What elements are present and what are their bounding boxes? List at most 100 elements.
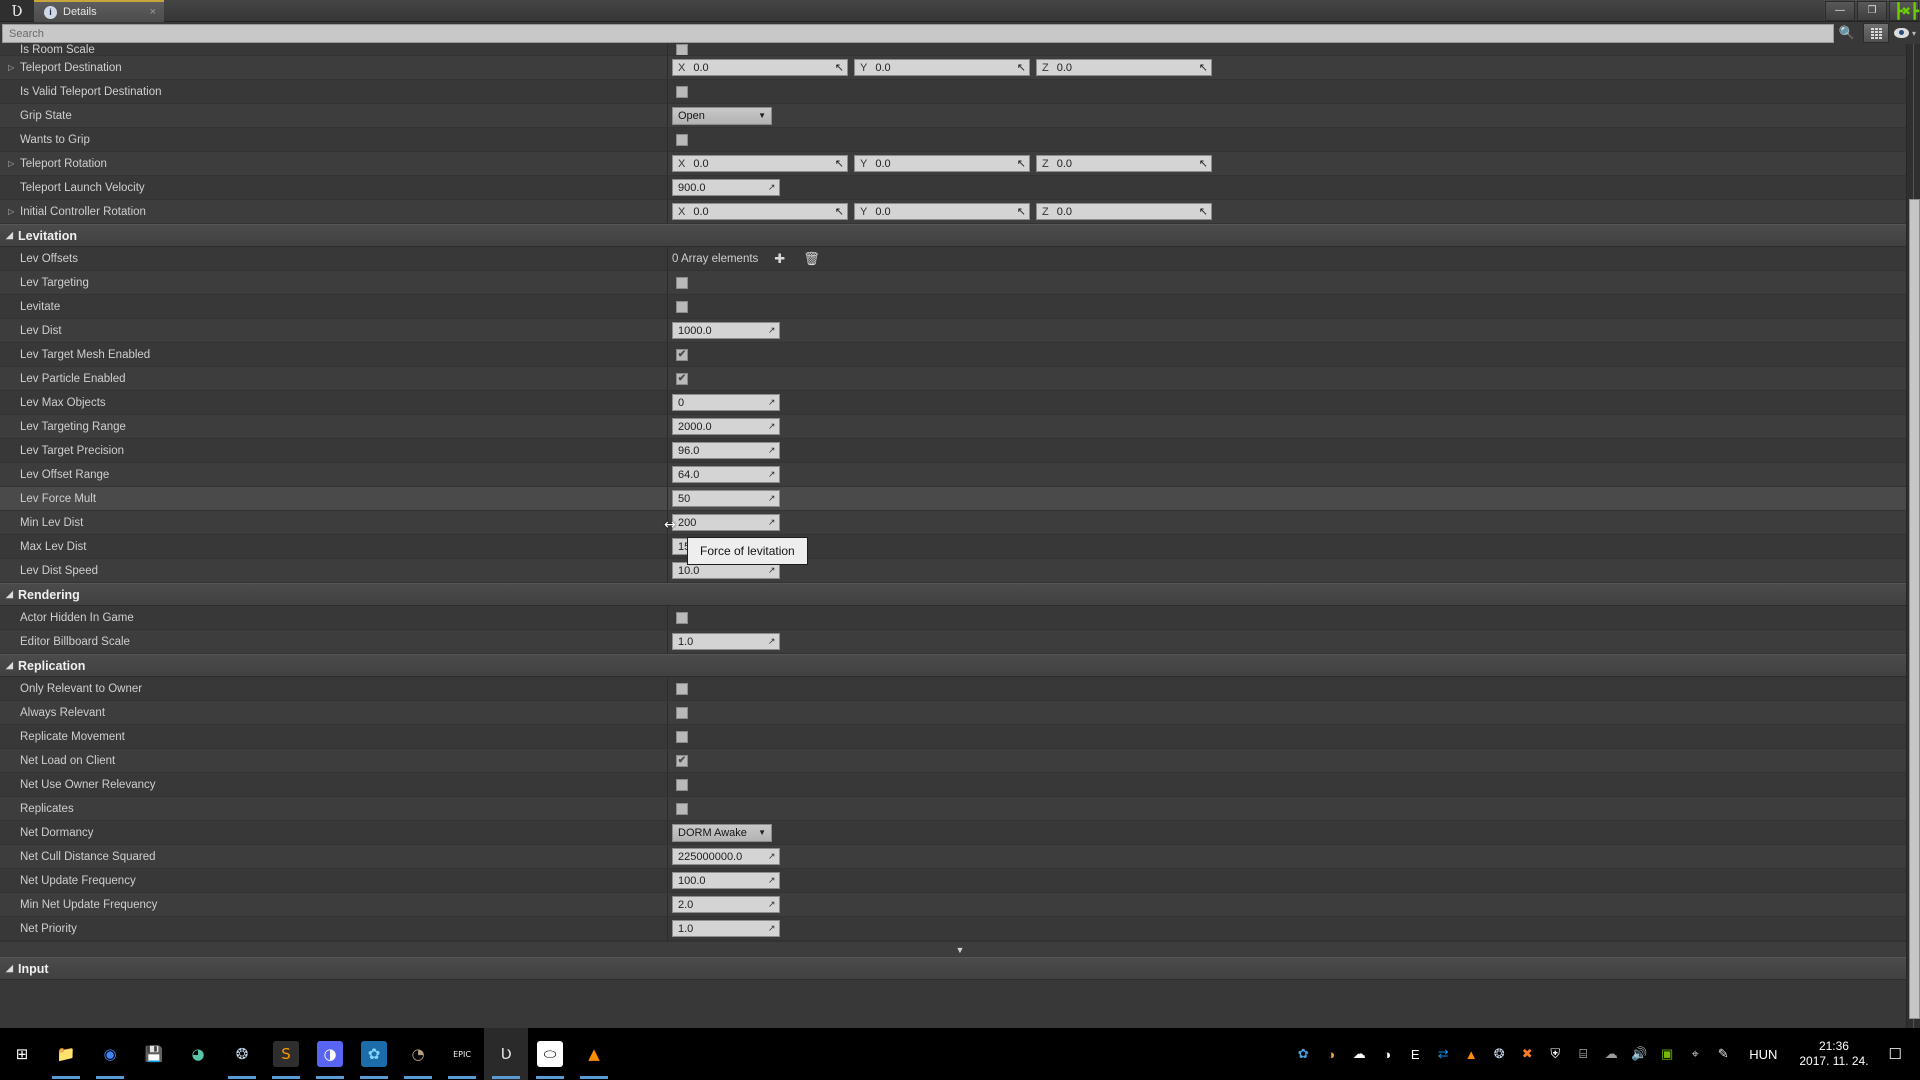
- property-row[interactable]: Levitate: [0, 295, 1920, 319]
- numeric-input[interactable]: 1.0 ↖: [672, 920, 780, 937]
- property-row[interactable]: Min Lev Dist 200 ↖: [0, 511, 1920, 535]
- taskbar-disc-app[interactable]: ◕: [176, 1028, 220, 1080]
- taskbar-epic-games[interactable]: EPIC: [440, 1028, 484, 1080]
- checkbox[interactable]: [676, 706, 688, 719]
- numeric-input[interactable]: 2000.0 ↖: [672, 418, 780, 435]
- drag-handle-icon[interactable]: ↖: [1017, 61, 1026, 74]
- vector-input-z[interactable]: Z 0.0 ↖: [1036, 203, 1212, 220]
- drag-handle-icon[interactable]: ↖: [1199, 61, 1208, 74]
- drag-handle-icon[interactable]: ↖: [768, 421, 776, 432]
- property-row[interactable]: ▷ Initial Controller Rotation X 0.0 ↖ Y 0.0 ↖ Z 0…: [0, 200, 1920, 224]
- drag-handle-icon[interactable]: ↖: [768, 851, 776, 862]
- taskbar-google-chrome[interactable]: ◉: [88, 1028, 132, 1080]
- numeric-input[interactable]: 50 ↖: [672, 490, 780, 507]
- epic-tray-icon[interactable]: E: [1402, 1041, 1428, 1067]
- tab-details[interactable]: i Details ×: [34, 0, 164, 22]
- property-row[interactable]: Wants to Grip: [0, 128, 1920, 152]
- notifications-icon[interactable]: ☐: [1879, 1045, 1912, 1063]
- add-element-icon[interactable]: ✚: [774, 251, 785, 267]
- property-row[interactable]: Lev Targeting: [0, 271, 1920, 295]
- view-options-button[interactable]: [1863, 23, 1889, 43]
- minimize-button[interactable]: —: [1825, 0, 1855, 21]
- vlc-tray-icon[interactable]: ▲: [1458, 1041, 1484, 1067]
- mouse-tray-icon[interactable]: ⌖: [1682, 1041, 1708, 1067]
- expand-triangle-icon[interactable]: ▷: [8, 63, 20, 72]
- drag-handle-icon[interactable]: ↖: [768, 469, 776, 480]
- property-row[interactable]: Replicate Movement: [0, 725, 1920, 749]
- taskbar-discord[interactable]: ◑: [308, 1028, 352, 1080]
- checkbox[interactable]: [676, 802, 688, 815]
- property-row[interactable]: ▷ Teleport Destination X 0.0 ↖ Y 0.0 ↖ Z 0.0 ↖: [0, 56, 1920, 80]
- close-icon[interactable]: ×: [150, 6, 156, 18]
- drag-handle-icon[interactable]: ↖: [768, 923, 776, 934]
- taskbar-steam[interactable]: ❂: [220, 1028, 264, 1080]
- property-row[interactable]: Replicates: [0, 797, 1920, 821]
- vector-input-x[interactable]: X 0.0 ↖: [672, 59, 848, 76]
- nvidia-icon[interactable]: ▣: [1654, 1041, 1680, 1067]
- numeric-input[interactable]: 0 ↖: [672, 394, 780, 411]
- property-row[interactable]: Editor Billboard Scale 1.0 ↖: [0, 630, 1920, 654]
- taskbar-file-explorer[interactable]: 📁: [44, 1028, 88, 1080]
- section-header-input[interactable]: ◢ Input: [0, 957, 1920, 980]
- drag-handle-icon[interactable]: ↖: [768, 182, 776, 193]
- drag-handle-icon[interactable]: ↖: [835, 205, 844, 218]
- property-row[interactable]: Lev Target Mesh Enabled ✔: [0, 343, 1920, 367]
- restore-button[interactable]: ❐: [1857, 0, 1887, 21]
- pen-tray-icon[interactable]: ✎: [1710, 1041, 1736, 1067]
- search-input[interactable]: Search: [2, 23, 1834, 43]
- vertical-scrollbar[interactable]: [1906, 44, 1920, 1028]
- vector-input-y[interactable]: Y 0.0 ↖: [854, 203, 1030, 220]
- checkbox[interactable]: ✔: [676, 372, 688, 385]
- vector-input-y[interactable]: Y 0.0 ↖: [854, 59, 1030, 76]
- network-icon[interactable]: ⌸: [1570, 1041, 1596, 1067]
- section-header-rendering[interactable]: ◢ Rendering: [0, 583, 1920, 606]
- taskbar-blender-app[interactable]: ✿: [352, 1028, 396, 1080]
- steam-tray-icon[interactable]: ❂: [1486, 1041, 1512, 1067]
- drag-handle-icon[interactable]: ↖: [768, 445, 776, 456]
- dropdown-select[interactable]: DORM Awake ▼: [672, 823, 772, 842]
- vector-input-y[interactable]: Y 0.0 ↖: [854, 155, 1030, 172]
- drag-handle-icon[interactable]: ↖: [768, 325, 776, 336]
- property-row[interactable]: Lev Force Mult 50 ↖: [0, 487, 1920, 511]
- drag-handle-icon[interactable]: ↖: [768, 397, 776, 408]
- volume-icon[interactable]: 🔊: [1626, 1041, 1652, 1067]
- taskbar-save-calendar-app[interactable]: 💾: [132, 1028, 176, 1080]
- property-row[interactable]: Lev Targeting Range 2000.0 ↖: [0, 415, 1920, 439]
- numeric-input[interactable]: 100.0 ↖: [672, 872, 780, 889]
- windows-defender-icon[interactable]: ⛨: [1542, 1041, 1568, 1067]
- scrollbar-thumb[interactable]: [1909, 199, 1920, 1019]
- drag-handle-icon[interactable]: ↖: [768, 636, 776, 647]
- checkbox[interactable]: [676, 611, 688, 624]
- checkbox[interactable]: ✔: [676, 348, 688, 361]
- property-row[interactable]: Net Cull Distance Squared 225000000.0 ↖: [0, 845, 1920, 869]
- property-row[interactable]: Min Net Update Frequency 2.0 ↖: [0, 893, 1920, 917]
- drag-handle-icon[interactable]: ↖: [768, 493, 776, 504]
- teamviewer-icon[interactable]: ⇄: [1430, 1041, 1456, 1067]
- drag-handle-icon[interactable]: ↖: [768, 899, 776, 910]
- property-row[interactable]: Lev Particle Enabled ✔: [0, 367, 1920, 391]
- checkbox[interactable]: [676, 276, 688, 289]
- drag-handle-icon[interactable]: ↖: [1017, 205, 1026, 218]
- checkbox[interactable]: ✔: [676, 754, 688, 767]
- vector-input-x[interactable]: X 0.0 ↖: [672, 203, 848, 220]
- discord-tray-icon[interactable]: ◑: [1374, 1041, 1400, 1067]
- property-row[interactable]: Is Room Scale: [0, 44, 1920, 56]
- taskbar-gimp[interactable]: ◔: [396, 1028, 440, 1080]
- details-property-list[interactable]: Is Room Scale ▷ Teleport Destination X 0.0 ↖ Y…: [0, 44, 1920, 1028]
- dropdown-select[interactable]: Open ▼: [672, 106, 772, 125]
- vector-input-z[interactable]: Z 0.0 ↖: [1036, 59, 1212, 76]
- property-row[interactable]: Lev Target Precision 96.0 ↖: [0, 439, 1920, 463]
- property-row[interactable]: Grip State Open ▼: [0, 104, 1920, 128]
- checkbox[interactable]: [676, 778, 688, 791]
- taskbar-oculus-app[interactable]: ⬭: [528, 1028, 572, 1080]
- visibility-toggle-button[interactable]: ▾: [1892, 23, 1918, 43]
- property-row[interactable]: ▷ Teleport Rotation X 0.0 ↖ Y 0.0 ↖ Z 0.0 ↖: [0, 152, 1920, 176]
- property-row[interactable]: Lev Dist 1000.0 ↖: [0, 319, 1920, 343]
- vector-input-z[interactable]: Z 0.0 ↖: [1036, 155, 1212, 172]
- language-indicator[interactable]: HUN: [1737, 1047, 1789, 1062]
- numeric-input[interactable]: 200 ↖: [672, 514, 780, 531]
- numeric-input[interactable]: 225000000.0 ↖: [672, 848, 780, 865]
- numeric-input[interactable]: 64.0 ↖: [672, 466, 780, 483]
- property-row[interactable]: Always Relevant: [0, 701, 1920, 725]
- property-row[interactable]: Net Dormancy DORM Awake ▼: [0, 821, 1920, 845]
